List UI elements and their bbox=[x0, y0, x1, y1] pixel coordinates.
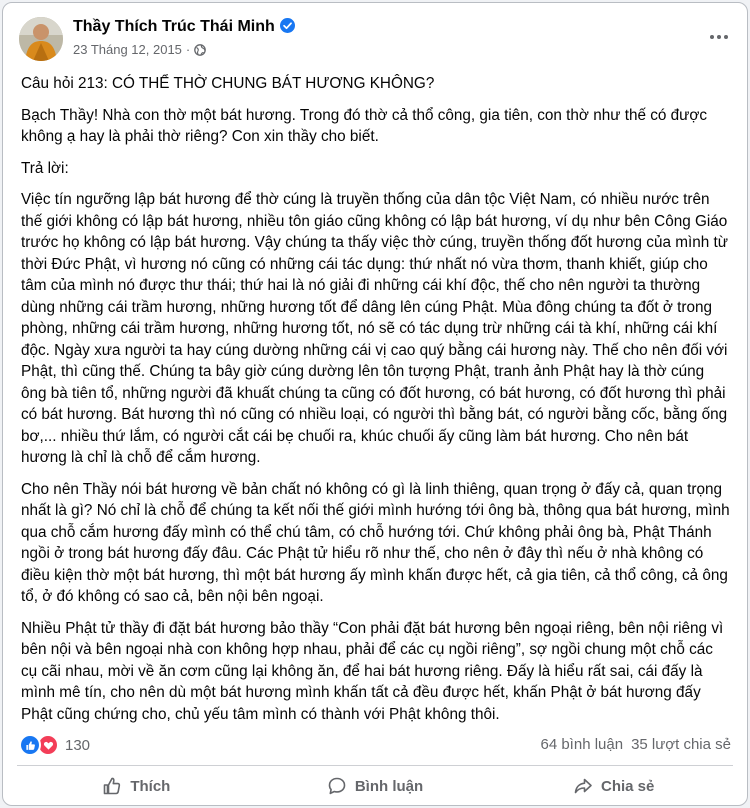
share-button[interactable]: Chia sẻ bbox=[494, 769, 733, 803]
verified-badge-icon bbox=[279, 18, 295, 33]
post-paragraph: Bạch Thầy! Nhà con thờ một bát hương. Tr… bbox=[21, 106, 708, 146]
thumbs-up-icon bbox=[104, 777, 121, 795]
post-paragraph: Cho nên Thầy nói bát hương về bản chất n… bbox=[21, 480, 730, 606]
comment-button[interactable]: Bình luận bbox=[256, 769, 495, 803]
more-options-icon[interactable] bbox=[707, 29, 731, 45]
post-actions: Thích Bình luận Chia sẻ bbox=[17, 769, 733, 803]
globe-icon[interactable] bbox=[194, 43, 207, 56]
post-stats: 130 64 bình luận 35 lượt chia sẻ bbox=[19, 734, 731, 758]
comment-bubble-icon bbox=[328, 777, 346, 795]
post-body: Câu hỏi 213: CÓ THỂ THỜ CHUNG BÁT HƯƠNG … bbox=[21, 73, 733, 735]
post-card: Thầy Thích Trúc Thái Minh 23 Tháng 12, 2… bbox=[2, 2, 748, 806]
divider bbox=[17, 765, 733, 766]
post-paragraph: Trả lời: bbox=[21, 159, 69, 177]
avatar[interactable] bbox=[19, 17, 63, 61]
post-paragraph: Câu hỏi 213: CÓ THỂ THỜ CHUNG BÁT HƯƠNG … bbox=[21, 75, 435, 92]
engagement-counts: 64 bình luận 35 lượt chia sẻ bbox=[540, 736, 731, 753]
share-button-label[interactable]: Chia sẻ bbox=[601, 778, 654, 795]
post-paragraph: Việc tín ngưỡng lập bát hương để thờ cún… bbox=[21, 191, 728, 466]
author-name-text[interactable]: Thầy Thích Trúc Thái Minh bbox=[73, 18, 275, 35]
like-button-label[interactable]: Thích bbox=[130, 778, 170, 795]
reactions-summary[interactable]: 130 bbox=[19, 734, 90, 756]
post-meta: 23 Tháng 12, 2015 · bbox=[73, 42, 207, 57]
share-count[interactable]: 35 lượt chia sẻ bbox=[631, 736, 731, 753]
post-paragraph: Nhiều Phật tử thầy đi đặt bát hương bảo … bbox=[21, 619, 724, 723]
post-date[interactable]: 23 Tháng 12, 2015 bbox=[73, 42, 182, 57]
reaction-count[interactable]: 130 bbox=[65, 737, 90, 754]
post-header: Thầy Thích Trúc Thái Minh 23 Tháng 12, 2… bbox=[19, 15, 731, 65]
author-name[interactable]: Thầy Thích Trúc Thái Minh bbox=[73, 18, 295, 36]
comment-button-label[interactable]: Bình luận bbox=[355, 778, 423, 795]
like-reaction-icon bbox=[19, 734, 41, 756]
meta-separator: · bbox=[185, 42, 191, 57]
like-button[interactable]: Thích bbox=[17, 769, 256, 803]
share-arrow-icon bbox=[574, 778, 592, 794]
comment-count[interactable]: 64 bình luận bbox=[540, 736, 623, 753]
